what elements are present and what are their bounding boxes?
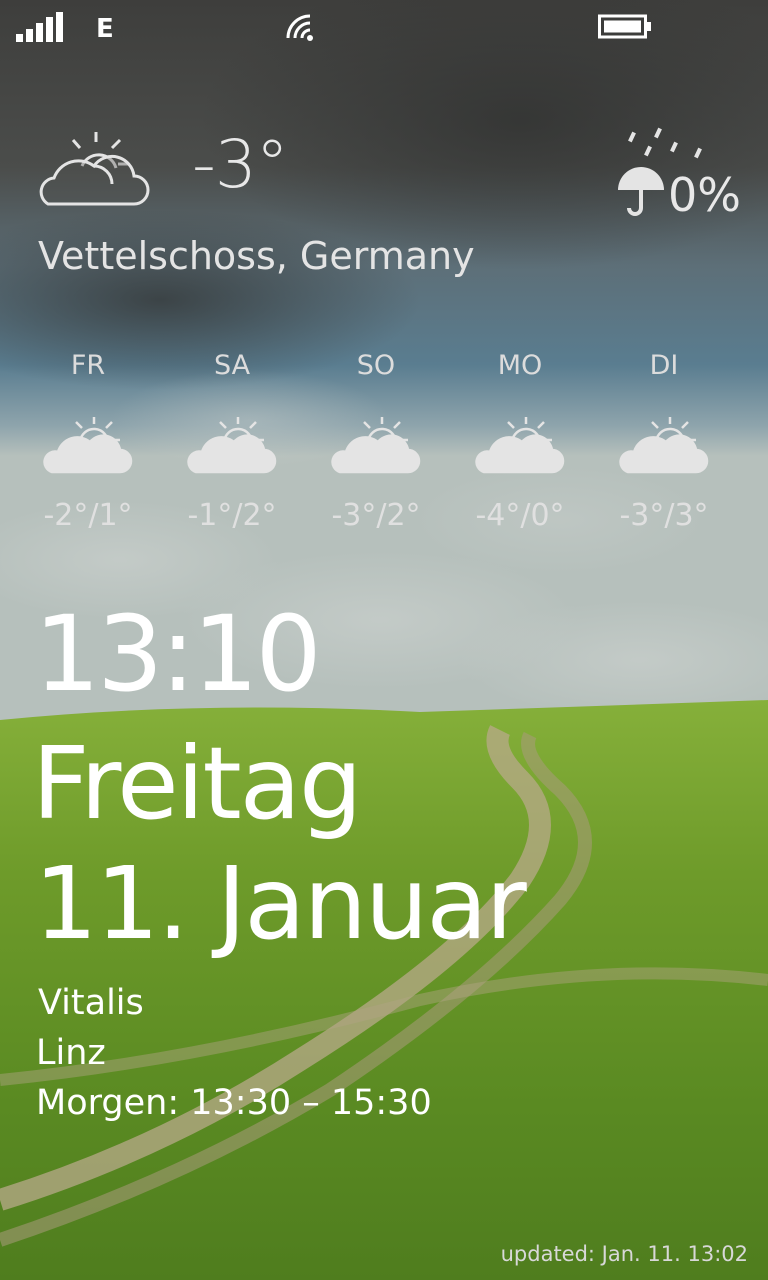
wifi-icon: [286, 14, 313, 41]
lock-time: 13:10: [34, 593, 322, 715]
updated-timestamp: updated: Jan. 11. 13:02: [500, 1242, 748, 1266]
signal-bars-icon: [16, 12, 63, 42]
lock-weekday: Freitag: [32, 725, 362, 842]
forecast-temp-range: -1°/2°: [187, 498, 277, 533]
forecast-day-label: SA: [213, 350, 251, 381]
partly-cloudy-icon: [187, 417, 277, 474]
forecast-day-label: SO: [356, 350, 396, 381]
weather-location: Vettelschoss, Germany: [38, 234, 475, 278]
event-title: Vitalis: [38, 983, 144, 1023]
status-bar: E: [0, 0, 768, 60]
lock-date: 11. Januar: [34, 845, 527, 962]
precipitation-chance: 0%: [668, 168, 741, 222]
forecast-temp-range: -2°/1°: [43, 498, 133, 533]
partly-cloudy-icon: [619, 417, 709, 474]
forecast-day-label: FR: [70, 350, 106, 381]
partly-cloudy-icon: [475, 417, 565, 474]
event-location: Linz: [36, 1033, 106, 1073]
partly-cloudy-icon: [331, 417, 421, 474]
partly-cloudy-icon: [43, 417, 133, 474]
network-type-label: E: [96, 14, 114, 44]
forecast-temp-range: -4°/0°: [475, 498, 565, 533]
forecast-strip: FR -2°/1° SA -1°/2° SO -3°/2° MO -4°/0° …: [0, 350, 768, 550]
forecast-day-label: DI: [649, 350, 679, 381]
forecast-day-label: MO: [497, 350, 543, 381]
current-temperature: -3°: [192, 126, 289, 203]
forecast-temp-range: -3°/3°: [619, 498, 709, 533]
battery-full-icon: [598, 14, 651, 39]
event-time: Morgen: 13:30 – 15:30: [36, 1083, 432, 1123]
forecast-temp-range: -3°/2°: [331, 498, 421, 533]
partly-cloudy-icon: [39, 132, 150, 206]
